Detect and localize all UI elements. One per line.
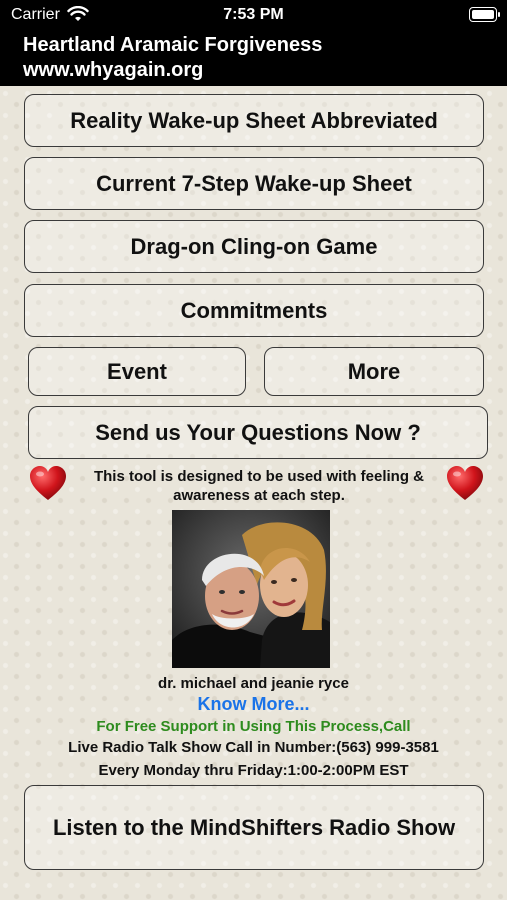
listen-radio-button[interactable]: Listen to the MindShifters Radio Show bbox=[24, 785, 484, 870]
info-text-line2: awareness at each step. bbox=[173, 487, 345, 504]
info-text-line1: This tool is designed to be used with fe… bbox=[93, 468, 425, 485]
heart-icon bbox=[30, 466, 66, 500]
app-title: Heartland Aramaic Forgiveness bbox=[23, 34, 323, 56]
app-url: www.whyagain.org bbox=[23, 59, 204, 81]
top-bar: Carrier 7:53 PM Heartland Aramaic Forgiv… bbox=[0, 0, 507, 86]
couple-photo bbox=[172, 510, 330, 668]
event-button[interactable]: Event bbox=[28, 347, 246, 396]
heart-icon bbox=[447, 466, 483, 500]
current-wakeup-button[interactable]: Current 7-Step Wake-up Sheet bbox=[24, 157, 484, 210]
photo-caption: dr. michael and jeanie ryce bbox=[158, 675, 349, 692]
battery-icon bbox=[469, 7, 500, 22]
commitments-button[interactable]: Commitments bbox=[24, 284, 484, 337]
support-text: For Free Support in Using This Process,C… bbox=[96, 718, 411, 735]
show-schedule: Every Monday thru Friday:1:00-2:00PM EST bbox=[98, 762, 409, 779]
send-questions-button[interactable]: Send us Your Questions Now ? bbox=[28, 406, 488, 459]
status-time: 7:53 PM bbox=[223, 6, 284, 23]
know-more-link[interactable]: Know More... bbox=[0, 694, 507, 715]
status-bar: Carrier 7:53 PM bbox=[0, 0, 507, 30]
drag-game-button[interactable]: Drag-on Cling-on Game bbox=[24, 220, 484, 273]
radio-call-number: Live Radio Talk Show Call in Number:(563… bbox=[68, 739, 439, 756]
reality-wakeup-button[interactable]: Reality Wake-up Sheet Abbreviated bbox=[24, 94, 484, 147]
more-button[interactable]: More bbox=[264, 347, 484, 396]
